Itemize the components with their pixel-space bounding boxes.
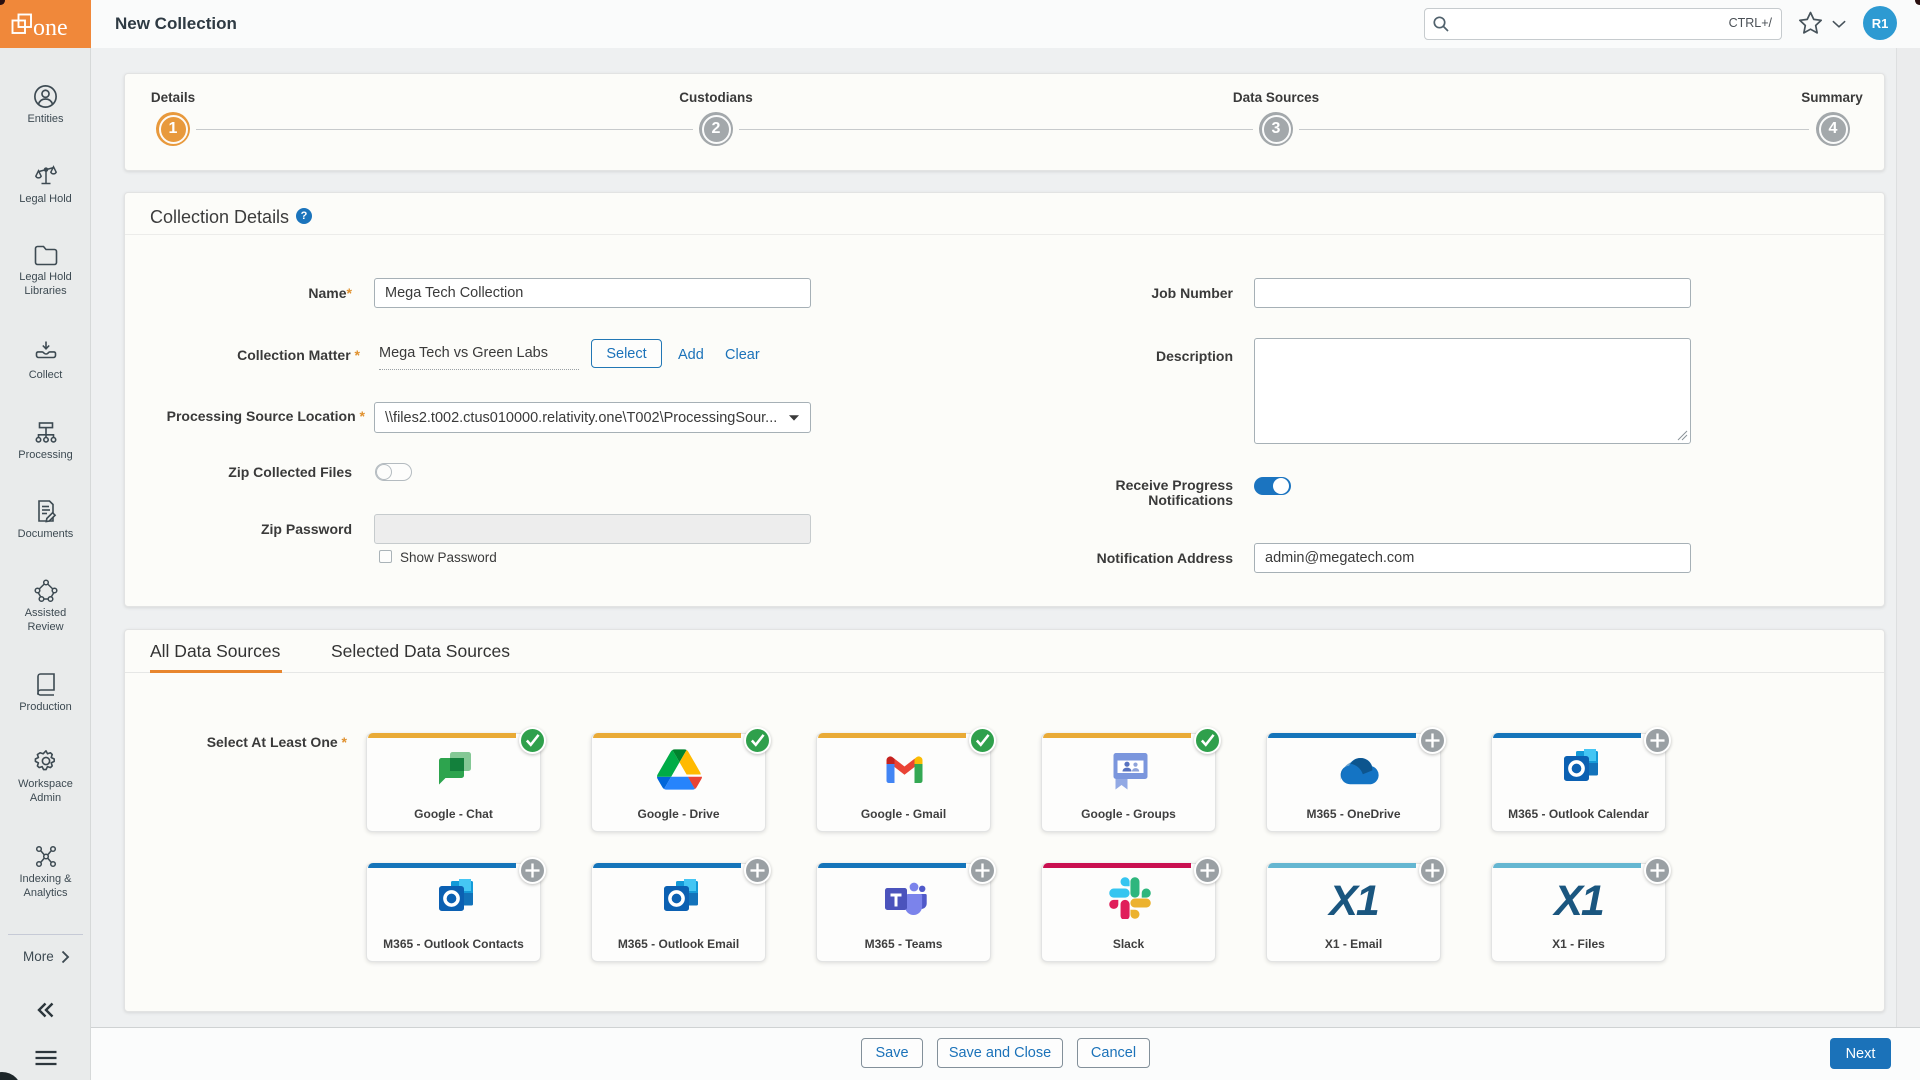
svg-text:one: one xyxy=(33,15,68,40)
